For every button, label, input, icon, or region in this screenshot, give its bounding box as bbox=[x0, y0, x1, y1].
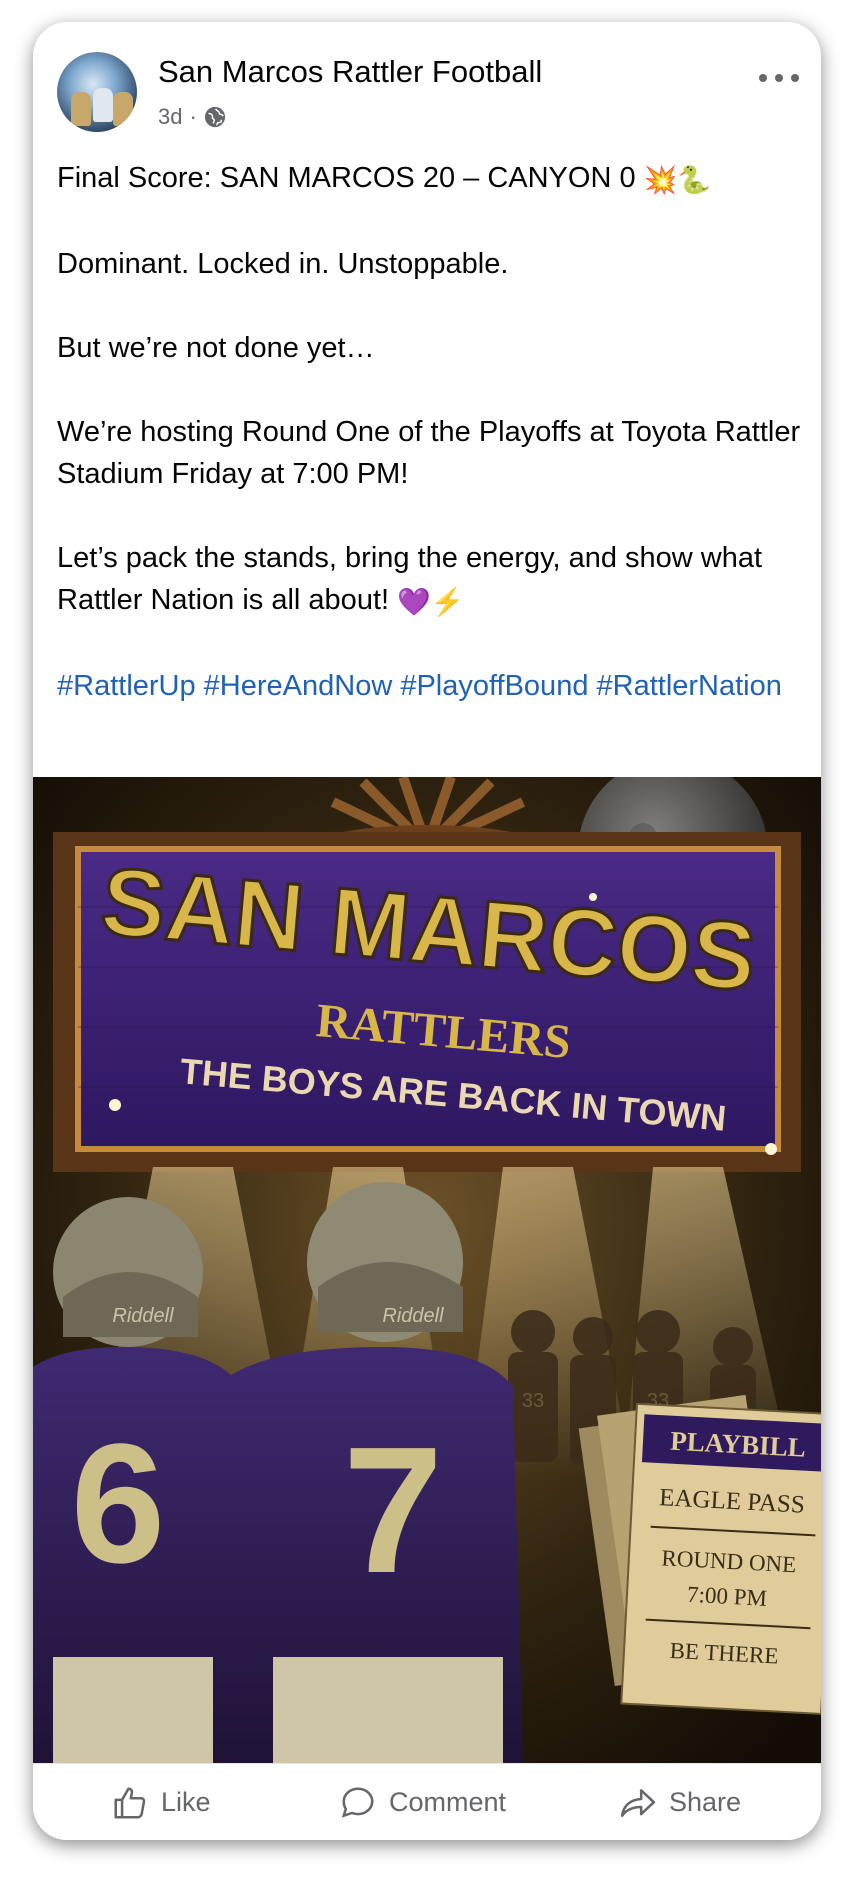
playbill-card: PLAYBILL EAGLE PASS ROUND ONE 7:00 PM BE… bbox=[620, 1402, 821, 1715]
meta-separator: · bbox=[189, 104, 197, 129]
text-pack: Let’s pack the stands, bring the energy,… bbox=[57, 537, 802, 623]
comment-label: Comment bbox=[389, 1787, 507, 1817]
jersey-number-7: 7 bbox=[343, 1410, 443, 1611]
helmet-brand: Riddell bbox=[382, 1305, 444, 1327]
post-text: Final Score: SAN MARCOS 20 – CANYON 0 💥🐍… bbox=[57, 157, 802, 749]
emoji-heart-bolt: 💜⚡ bbox=[397, 587, 465, 617]
emoji-explosion-snake: 💥🐍 bbox=[643, 165, 711, 195]
jersey-number-6: 6 bbox=[71, 1409, 166, 1599]
more-options-button[interactable] bbox=[759, 70, 799, 86]
text-dominant: Dominant. Locked in. Unstoppable. bbox=[57, 248, 509, 280]
like-button[interactable]: Like bbox=[111, 1764, 211, 1840]
thumbs-up-icon bbox=[114, 1786, 146, 1819]
like-label: Like bbox=[161, 1787, 211, 1817]
post-image[interactable]: SAN MARCOS RATTLERS THE BOYS ARE BACK IN… bbox=[33, 777, 821, 1763]
share-label: Share bbox=[669, 1787, 742, 1817]
playoff-poster: SAN MARCOS RATTLERS THE BOYS ARE BACK IN… bbox=[33, 777, 821, 1763]
dot-icon bbox=[791, 74, 799, 82]
text-score: Final Score: SAN MARCOS 20 – CANYON 0 💥🐍 bbox=[57, 157, 802, 201]
dot-icon bbox=[759, 74, 767, 82]
comment-button[interactable]: Comment bbox=[339, 1764, 506, 1840]
post-header: San Marcos Rattler Football 3d · bbox=[33, 22, 821, 132]
page-name[interactable]: San Marcos Rattler Football bbox=[158, 54, 542, 90]
text-hosting: We’re hosting Round One of the Playoffs … bbox=[57, 416, 801, 490]
comment-bubble-icon bbox=[341, 1786, 374, 1818]
facebook-post-card: San Marcos Rattler Football 3d · Final S… bbox=[33, 22, 821, 1840]
crowd-number: 33 bbox=[522, 1390, 544, 1412]
dot-icon bbox=[775, 74, 783, 82]
hashtags-link[interactable]: #RattlerUp #HereAndNow #PlayoffBound #Ra… bbox=[57, 665, 802, 707]
post-actions-bar: Like Comment Share bbox=[33, 1763, 821, 1840]
share-arrow-icon bbox=[620, 1788, 656, 1817]
globe-icon bbox=[204, 106, 225, 128]
post-meta: 3d · bbox=[158, 104, 226, 130]
text-not-done: But we’re not done yet… bbox=[57, 332, 375, 364]
share-button[interactable]: Share bbox=[619, 1764, 741, 1840]
page-avatar[interactable] bbox=[57, 52, 137, 132]
playbill-time: 7:00 PM bbox=[686, 1582, 767, 1611]
helmet-brand: Riddell bbox=[112, 1305, 174, 1327]
post-time[interactable]: 3d bbox=[158, 104, 182, 130]
